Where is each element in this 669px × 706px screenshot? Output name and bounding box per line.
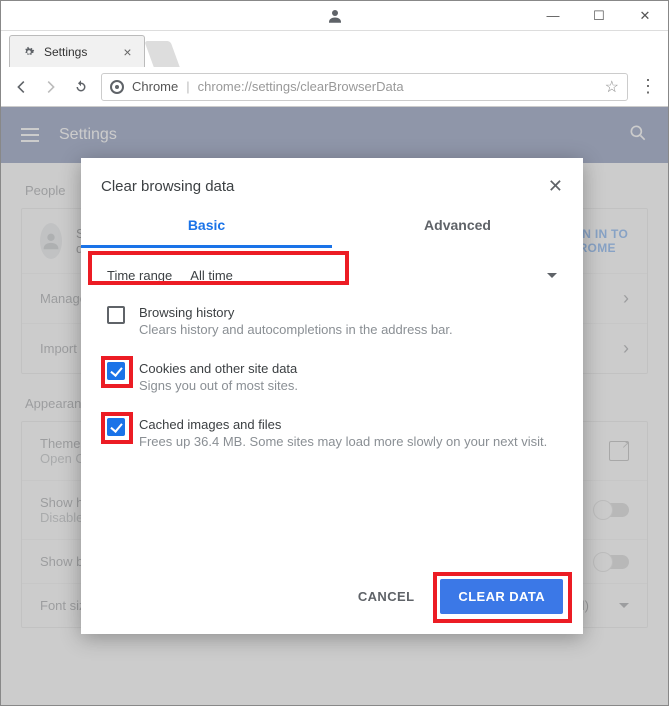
option-cookies: Cookies and other site data Signs you ou…: [101, 349, 563, 405]
url-protocol: Chrome: [132, 79, 178, 94]
time-range-select[interactable]: All time: [190, 264, 557, 287]
chrome-icon: [110, 80, 124, 94]
bookmark-star-icon[interactable]: ☆: [605, 77, 619, 97]
browser-menu-button[interactable]: ⋮: [638, 76, 658, 97]
profile-icon[interactable]: [323, 4, 347, 28]
gear-icon: [22, 45, 36, 59]
forward-button: [41, 77, 61, 97]
close-icon[interactable]: ✕: [548, 176, 563, 197]
tab-title: Settings: [44, 45, 87, 59]
tab-settings[interactable]: Settings ×: [9, 35, 145, 67]
omnibox[interactable]: Chrome | chrome://settings/clearBrowserD…: [101, 73, 628, 101]
address-toolbar: Chrome | chrome://settings/clearBrowserD…: [1, 67, 668, 107]
minimize-button[interactable]: —: [530, 1, 576, 31]
tab-advanced[interactable]: Advanced: [332, 205, 583, 248]
new-tab-button[interactable]: [144, 41, 179, 67]
time-range-row: Time range All time: [101, 258, 563, 293]
dropdown-icon: [547, 273, 557, 278]
tab-basic[interactable]: Basic: [81, 205, 332, 248]
clear-data-button[interactable]: CLEAR DATA: [440, 579, 563, 614]
url-path: chrome://settings/clearBrowserData: [198, 79, 597, 94]
window-titlebar: — ☐ ✕: [1, 1, 668, 31]
clear-browsing-dialog: Clear browsing data ✕ Basic Advanced Tim…: [81, 158, 583, 634]
tab-strip: Settings ×: [1, 31, 668, 67]
checkbox-cache[interactable]: [107, 418, 125, 436]
time-range-label: Time range: [107, 268, 172, 283]
tab-close-icon[interactable]: ×: [123, 44, 131, 60]
back-button[interactable]: [11, 77, 31, 97]
close-window-button[interactable]: ✕: [622, 1, 668, 31]
cancel-button[interactable]: CANCEL: [340, 579, 433, 614]
dialog-title: Clear browsing data: [101, 178, 234, 195]
maximize-button[interactable]: ☐: [576, 1, 622, 31]
checkbox-cookies[interactable]: [107, 362, 125, 380]
reload-button[interactable]: [71, 77, 91, 97]
option-cache: Cached images and files Frees up 36.4 MB…: [101, 405, 563, 461]
checkbox-history[interactable]: [107, 306, 125, 324]
option-browsing-history: Browsing history Clears history and auto…: [101, 293, 563, 349]
